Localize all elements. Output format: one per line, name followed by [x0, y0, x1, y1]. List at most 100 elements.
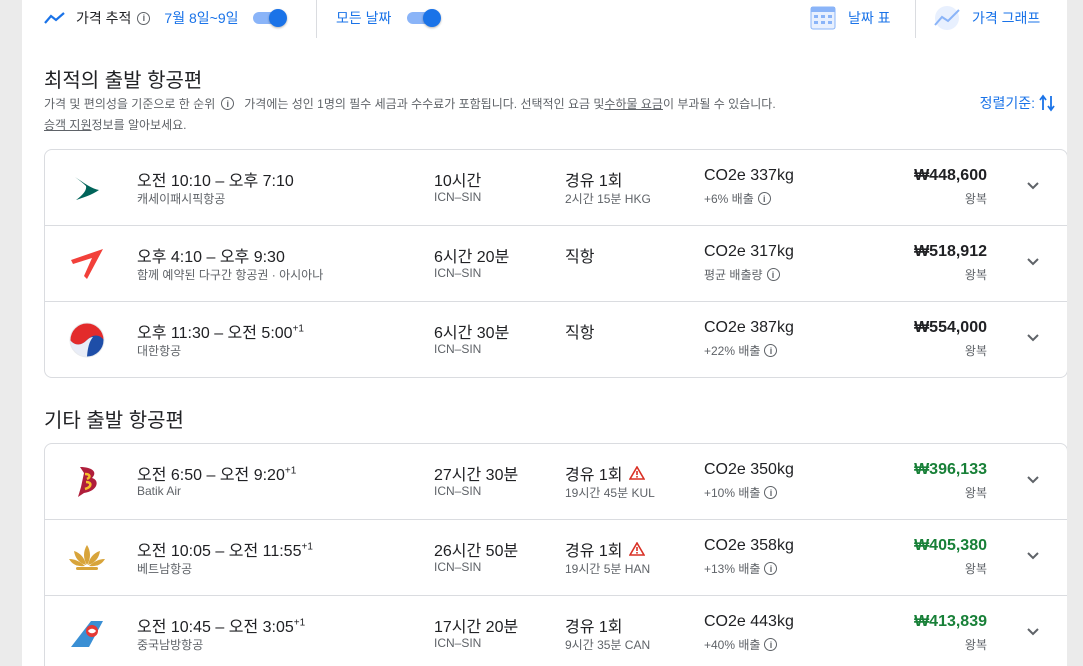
korean-air-logo: [67, 320, 107, 360]
chevron-down-icon[interactable]: [1025, 548, 1041, 564]
vietnam-airlines-logo: [67, 538, 107, 578]
chevron-down-icon[interactable]: [1025, 178, 1041, 194]
flight-route: ICN–SIN: [434, 190, 482, 204]
info-icon[interactable]: i: [764, 486, 778, 499]
top-controls: 가격 추적 i 7월 8일~9일 모든 날짜 날짜 표 가격 그래프: [22, 0, 1067, 40]
info-icon[interactable]: i: [766, 268, 780, 281]
divider: [316, 0, 317, 38]
best-flights-title: 최적의 출발 항공편: [44, 70, 203, 92]
other-flights-list: 오전 6:50 – 오전 9:20+1 Batik Air 27시간 30분 I…: [44, 443, 1067, 666]
trip-type: 왕복: [964, 344, 987, 358]
price-tracking-label: 가격 추적: [76, 10, 132, 26]
layover-info: 9시간 35분 CAN: [565, 638, 651, 652]
taxes-note-end: 이 부과될 수 있습니다.: [662, 97, 776, 111]
sort-arrows-icon: [1039, 94, 1055, 112]
flight-route: ICN–SIN: [434, 560, 482, 574]
flight-price: ₩554,000: [914, 319, 987, 336]
flight-row[interactable]: 오전 6:50 – 오전 9:20+1 Batik Air 27시간 30분 I…: [45, 444, 1067, 520]
flight-duration: 6시간 30분: [434, 325, 510, 342]
flight-duration: 6시간 20분: [434, 249, 510, 266]
graph-icon: [934, 6, 960, 30]
chevron-down-icon[interactable]: [1025, 254, 1041, 270]
warning-icon[interactable]: [628, 542, 645, 556]
other-flights-title: 기타 출발 항공편: [44, 410, 184, 432]
info-icon[interactable]: i: [137, 11, 151, 25]
flight-times: 오전 10:05 – 오전 11:55+1: [137, 541, 313, 560]
batik-air-logo: [67, 462, 107, 502]
co2-emissions: CO2e 443kg: [704, 613, 794, 630]
date-grid-button[interactable]: 날짜 표: [810, 0, 891, 36]
flight-price: ₩413,839: [914, 613, 987, 630]
all-dates-control[interactable]: 모든 날짜: [336, 0, 442, 36]
flight-route: ICN–SIN: [434, 342, 482, 356]
trip-type: 왕복: [964, 486, 987, 500]
sort-button[interactable]: 정렬기준:: [980, 93, 1055, 113]
chevron-down-icon[interactable]: [1025, 330, 1041, 346]
date-grid-label: 날짜 표: [848, 10, 891, 26]
flight-duration: 27시간 30분: [434, 467, 519, 484]
emissions-note: +22% 배출 i: [704, 342, 778, 359]
co2-emissions: CO2e 317kg: [704, 243, 794, 260]
info-icon[interactable]: i: [764, 562, 778, 575]
price-tracking-toggle[interactable]: [251, 9, 287, 27]
baggage-fees-link[interactable]: 수하물 요금: [604, 95, 663, 112]
flight-times: 오전 6:50 – 오전 9:20+1: [137, 465, 297, 484]
flight-route: ICN–SIN: [434, 484, 482, 498]
emissions-note: 평균 배출량 i: [704, 266, 780, 283]
all-dates-label: 모든 날짜: [336, 10, 392, 26]
emissions-note: +13% 배출 i: [704, 560, 778, 577]
airline-name: 중국남방항공: [137, 638, 204, 652]
passenger-assistance-line: 승객 지원 정보를 알아보세요.: [44, 116, 187, 133]
info-icon[interactable]: i: [764, 344, 778, 357]
flight-row[interactable]: 오전 10:05 – 오전 11:55+1 베트남항공 26시간 50분 ICN…: [45, 520, 1067, 596]
divider: [915, 0, 916, 38]
sort-label: 정렬기준:: [979, 95, 1035, 111]
warning-icon[interactable]: [628, 466, 645, 480]
flight-row[interactable]: 오후 11:30 – 오전 5:00+1 대한항공 6시간 30분 ICN–SI…: [45, 302, 1067, 377]
price-tracking-dates: 7월 8일~9일: [164, 10, 239, 26]
flight-row[interactable]: 오전 10:45 – 오전 3:05+1 중국남방항공 17시간 20분 ICN…: [45, 596, 1067, 666]
flight-price: ₩448,600: [914, 167, 987, 184]
airline-name: 캐세이패시픽항공: [137, 192, 226, 206]
flight-row[interactable]: 오전 10:10 – 오후 7:10 캐세이패시픽항공 10시간 ICN–SIN…: [45, 150, 1067, 226]
flight-times: 오후 11:30 – 오전 5:00+1: [137, 323, 304, 342]
airline-name: 베트남항공: [137, 562, 193, 576]
all-dates-toggle[interactable]: [405, 9, 442, 27]
flight-times: 오후 4:10 – 오후 9:30: [137, 249, 285, 266]
info-icon[interactable]: i: [757, 192, 771, 205]
flight-stops: 직항: [565, 325, 595, 342]
trending-icon: [44, 12, 65, 24]
trip-type: 왕복: [964, 192, 987, 206]
airline-name: 함께 예약된 다구간 항공권 · 아시아나: [137, 268, 324, 282]
trip-type: 왕복: [964, 268, 987, 282]
flight-stops: 경유 1회: [565, 461, 645, 485]
chevron-down-icon[interactable]: [1025, 472, 1041, 488]
asiana-logo: [67, 244, 107, 284]
flight-stops: 직항: [565, 249, 595, 266]
price-graph-button[interactable]: 가격 그래프: [932, 0, 1040, 36]
layover-info: 19시간 5분 HAN: [565, 562, 651, 576]
info-icon[interactable]: i: [764, 638, 778, 651]
flight-times: 오전 10:10 – 오후 7:10: [137, 173, 294, 190]
flight-price: ₩405,380: [914, 537, 987, 554]
emissions-note: +40% 배출 i: [704, 636, 778, 653]
flight-stops: 경유 1회: [565, 173, 623, 190]
best-flights-list: 오전 10:10 – 오후 7:10 캐세이패시픽항공 10시간 ICN–SIN…: [44, 149, 1067, 378]
price-graph-label: 가격 그래프: [972, 10, 1041, 26]
co2-emissions: CO2e 337kg: [704, 167, 794, 184]
emissions-note: +10% 배출 i: [704, 484, 778, 501]
chevron-down-icon[interactable]: [1025, 624, 1041, 640]
layover-info: 2시간 15분 HKG: [565, 192, 651, 206]
flight-route: ICN–SIN: [434, 636, 482, 650]
info-icon[interactable]: i: [221, 97, 235, 110]
flight-price: ₩518,912: [914, 243, 987, 260]
china-southern-logo: [67, 614, 107, 654]
results-page: 가격 추적 i 7월 8일~9일 모든 날짜 날짜 표 가격 그래프 최적의 출…: [22, 0, 1067, 666]
airline-name: 대한항공: [137, 344, 182, 358]
price-tracking-control[interactable]: 가격 추적 i 7월 8일~9일: [44, 0, 287, 36]
ranking-note: 가격 및 편의성을 기준으로 한 순위: [44, 97, 216, 111]
passenger-assistance-text: 정보를 알아보세요.: [91, 118, 187, 132]
passenger-assistance-link[interactable]: 승객 지원: [44, 116, 92, 133]
flight-stops: 경유 1회: [565, 537, 645, 561]
flight-row[interactable]: 오후 4:10 – 오후 9:30 함께 예약된 다구간 항공권 · 아시아나 …: [45, 226, 1067, 302]
